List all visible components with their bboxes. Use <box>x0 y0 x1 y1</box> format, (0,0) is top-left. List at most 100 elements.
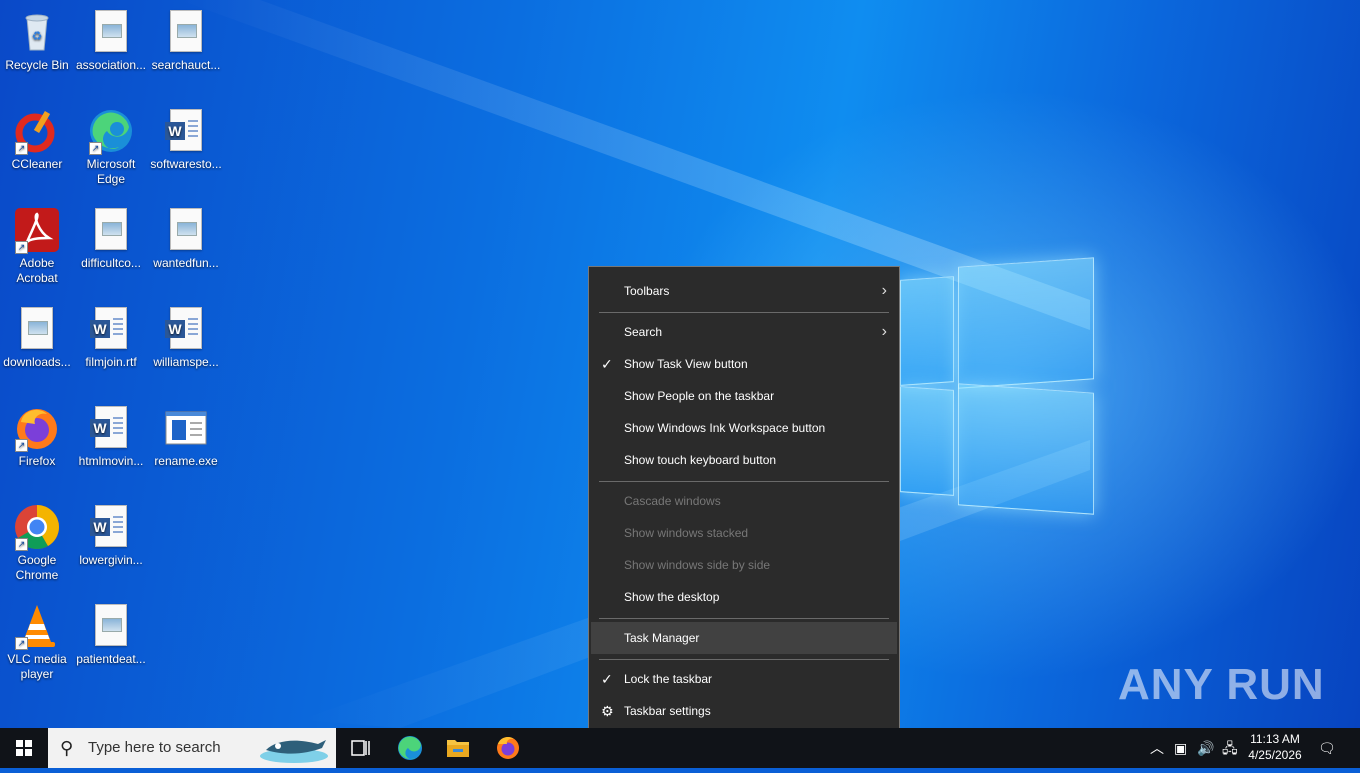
desktop-icon-lowergivin[interactable]: W lowergivin... <box>74 497 148 568</box>
menu-item-windows-side-by-side: Show windows side by side <box>591 549 897 581</box>
desktop-icon-searchauct[interactable]: searchauct... <box>149 2 223 73</box>
shortcut-arrow-icon: ↗ <box>15 142 28 155</box>
desktop-icon-wantedfun[interactable]: wantedfun... <box>149 200 223 271</box>
menu-separator <box>599 312 889 313</box>
menu-item-label: Lock the taskbar <box>624 672 713 686</box>
checkmark-icon: ✓ <box>601 671 613 687</box>
shortcut-arrow-icon: ↗ <box>15 241 28 254</box>
menu-item-label: Taskbar settings <box>624 704 711 718</box>
recycle-bin-icon: ♻ <box>13 8 61 56</box>
menu-item-label: Search <box>624 325 663 339</box>
taskbar-file-explorer-button[interactable] <box>434 728 482 768</box>
desktop-icon-patientdeat[interactable]: patientdeat... <box>74 596 148 667</box>
volume-button[interactable]: 🔊 <box>1197 728 1217 768</box>
word-doc-icon: W <box>162 107 210 155</box>
taskbar-search-box[interactable]: ⚲ Type here to search <box>48 728 336 768</box>
svg-text:♻: ♻ <box>32 29 43 43</box>
menu-item-label: Show Windows Ink Workspace button <box>624 421 826 435</box>
anyrun-watermark: ANY RUN <box>1118 660 1325 710</box>
tray-device-icon[interactable]: ▣ <box>1174 728 1192 768</box>
menu-item-label: Show the desktop <box>624 590 720 604</box>
desktop-icon-label: rename.exe <box>154 454 218 468</box>
image-file-icon <box>13 305 61 353</box>
desktop-icon-label: Adobe Acrobat <box>16 256 58 285</box>
menu-separator <box>599 659 889 660</box>
desktop-icon-filmjoin[interactable]: W filmjoin.rtf <box>74 299 148 370</box>
menu-separator <box>599 618 889 619</box>
edge-icon: ↗ <box>87 107 135 155</box>
desktop-icon-label: wantedfun... <box>153 256 219 270</box>
image-file-icon <box>87 602 135 650</box>
desktop-icon-acrobat[interactable]: ↗ Adobe Acrobat <box>0 200 74 286</box>
desktop-icon-vlc[interactable]: ↗ VLC media player <box>0 596 74 682</box>
desktop-icon-association[interactable]: association... <box>74 2 148 73</box>
menu-item-label: Show windows stacked <box>624 526 749 540</box>
desktop-icon-label: htmlmovin... <box>78 454 144 468</box>
menu-item-show-people[interactable]: Show People on the taskbar <box>591 380 897 412</box>
menu-item-taskbar-settings[interactable]: ⚙ Taskbar settings <box>591 695 897 727</box>
desktop-icon-label: lowergivin... <box>79 553 143 567</box>
windows-logo-icon <box>16 740 32 756</box>
acrobat-icon: ↗ <box>13 206 61 254</box>
menu-item-show-touch-keyboard[interactable]: Show touch keyboard button <box>591 444 897 476</box>
chevron-right-icon: › <box>881 282 887 299</box>
vlc-icon: ↗ <box>13 602 61 650</box>
desktop-icon-rename-exe[interactable]: rename.exe <box>149 398 223 469</box>
menu-item-search[interactable]: Search › <box>591 316 897 348</box>
action-center-button[interactable]: 🗨 <box>1318 728 1338 768</box>
desktop-icon-label: association... <box>75 58 147 72</box>
image-file-icon <box>87 206 135 254</box>
desktop-icon-edge[interactable]: ↗ Microsoft Edge <box>74 101 148 187</box>
desktop-icon-label: filmjoin.rtf <box>85 355 137 369</box>
exe-icon <box>162 404 210 452</box>
desktop-icon-difficultco[interactable]: difficultco... <box>74 200 148 271</box>
taskbar-clock[interactable]: 11:13 AM 4/25/2026 <box>1236 731 1314 763</box>
menu-item-lock-taskbar[interactable]: ✓ Lock the taskbar <box>591 663 897 695</box>
desktop-icon-htmlmovin[interactable]: W htmlmovin... <box>74 398 148 469</box>
menu-item-task-manager[interactable]: Task Manager <box>591 622 897 654</box>
desktop-icon-label: softwaresto... <box>150 157 222 171</box>
edge-icon <box>398 736 422 760</box>
search-placeholder: Type here to search <box>88 739 221 756</box>
desktop-icon-label: difficultco... <box>81 256 141 270</box>
firefox-icon <box>497 736 519 759</box>
image-file-icon <box>162 206 210 254</box>
desktop-icon-label: williamspe... <box>153 355 219 369</box>
desktop-icon-firefox[interactable]: ↗ Firefox <box>0 398 74 469</box>
show-hidden-icons-button[interactable]: ︿ <box>1150 728 1168 768</box>
word-doc-icon: W <box>87 503 135 551</box>
menu-item-label: Show windows side by side <box>624 558 771 572</box>
desktop-icon-label: Microsoft Edge <box>86 157 136 186</box>
menu-item-show-ink-workspace[interactable]: Show Windows Ink Workspace button <box>591 412 897 444</box>
desktop-icon-recycle-bin[interactable]: ♻ Recycle Bin <box>0 2 74 73</box>
taskbar-edge-button[interactable] <box>386 728 434 768</box>
desktop-icon-softwaresto[interactable]: W softwaresto... <box>149 101 223 172</box>
desktop-icon-williamspe[interactable]: W williamspe... <box>149 299 223 370</box>
image-file-icon <box>162 8 210 56</box>
image-file-icon <box>87 8 135 56</box>
desktop-icon-label: Firefox <box>18 454 56 468</box>
menu-item-toolbars[interactable]: Toolbars › <box>591 275 897 307</box>
menu-item-show-desktop[interactable]: Show the desktop <box>591 581 897 613</box>
start-button[interactable] <box>0 728 48 768</box>
windows-logo-pane <box>958 257 1094 389</box>
desktop-icon-downloads[interactable]: downloads... <box>0 299 74 370</box>
taskbar-firefox-button[interactable] <box>484 728 532 768</box>
speaker-icon: 🔊 <box>1197 740 1215 756</box>
word-doc-icon: W <box>87 305 135 353</box>
menu-item-label: Task Manager <box>624 631 700 645</box>
task-view-button[interactable] <box>336 728 384 768</box>
menu-item-show-task-view[interactable]: ✓ Show Task View button <box>591 348 897 380</box>
desktop-icon-label: patientdeat... <box>76 652 146 666</box>
desktop-icon-chrome[interactable]: ↗ Google Chrome <box>0 497 74 583</box>
menu-item-cascade-windows: Cascade windows <box>591 485 897 517</box>
meet-camera-icon: ▣ <box>1174 740 1188 756</box>
desktop-icon-label: Google Chrome <box>15 553 59 582</box>
search-icon: ⚲ <box>60 738 74 758</box>
desktop-icon-ccleaner[interactable]: ↗ CCleaner <box>0 101 74 172</box>
firefox-icon: ↗ <box>13 404 61 452</box>
desktop-icon-label: searchauct... <box>151 58 221 72</box>
watermark-text: ANY RUN <box>1118 660 1325 709</box>
checkmark-icon: ✓ <box>601 356 613 372</box>
desktop-icon-label: VLC media player <box>7 652 67 681</box>
